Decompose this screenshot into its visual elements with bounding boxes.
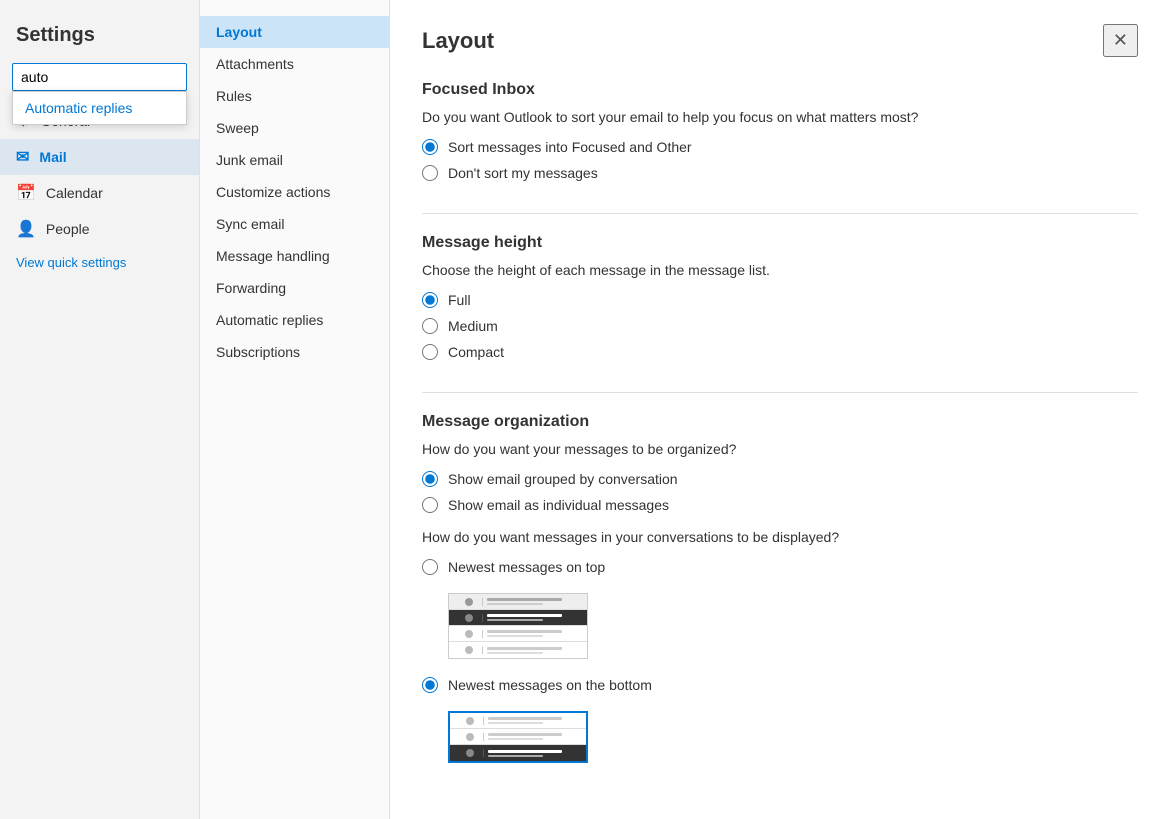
message-organization-options-2: Newest messages on top (422, 559, 1138, 763)
radio-compact-label: Compact (448, 344, 504, 360)
radio-full-label: Full (448, 292, 471, 308)
mid-nav-item-junk-email[interactable]: Junk email (200, 144, 389, 176)
radio-newest-bottom-input[interactable] (422, 677, 438, 693)
mid-nav-item-message-handling[interactable]: Message handling (200, 240, 389, 272)
divider-2 (422, 392, 1138, 393)
mid-nav-item-sync-email[interactable]: Sync email (200, 208, 389, 240)
radio-medium[interactable]: Medium (422, 318, 1138, 334)
focused-inbox-title: Focused Inbox (422, 81, 1138, 99)
sidebar-item-calendar[interactable]: 📅 Calendar (0, 175, 199, 211)
search-container: Automatic replies (12, 63, 187, 91)
radio-grouped-label: Show email grouped by conversation (448, 471, 678, 487)
sidebar-item-mail-label: Mail (39, 149, 66, 165)
radio-individual-label: Show email as individual messages (448, 497, 669, 513)
mid-nav: Layout Attachments Rules Sweep Junk emai… (200, 0, 390, 819)
radio-newest-top-input[interactable] (422, 559, 438, 575)
close-button[interactable]: ✕ (1103, 24, 1138, 57)
mail-icon: ✉ (16, 147, 29, 167)
radio-dont-sort-input[interactable] (422, 165, 438, 181)
view-quick-settings-link[interactable]: View quick settings (0, 247, 199, 278)
divider-1 (422, 213, 1138, 214)
diagram-newest-top (448, 593, 588, 659)
focused-inbox-section: Focused Inbox Do you want Outlook to sor… (422, 81, 1138, 181)
autocomplete-item-automatic-replies[interactable]: Automatic replies (13, 92, 186, 124)
message-height-desc: Choose the height of each message in the… (422, 262, 1138, 278)
radio-sort-focused-input[interactable] (422, 139, 438, 155)
sidebar-item-people-label: People (46, 221, 90, 237)
mid-nav-item-forwarding[interactable]: Forwarding (200, 272, 389, 304)
sidebar-item-people[interactable]: 👤 People (0, 211, 199, 247)
sidebar-item-calendar-label: Calendar (46, 185, 103, 201)
radio-medium-input[interactable] (422, 318, 438, 334)
message-organization-desc-1: How do you want your messages to be orga… (422, 441, 1138, 457)
radio-compact[interactable]: Compact (422, 344, 1138, 360)
mid-nav-item-attachments[interactable]: Attachments (200, 48, 389, 80)
radio-grouped-input[interactable] (422, 471, 438, 487)
message-height-options: Full Medium Compact (422, 292, 1138, 360)
radio-compact-input[interactable] (422, 344, 438, 360)
message-height-section: Message height Choose the height of each… (422, 234, 1138, 360)
radio-sort-focused-label: Sort messages into Focused and Other (448, 139, 692, 155)
page-title: Layout (422, 28, 494, 54)
mid-nav-item-layout[interactable]: Layout (200, 16, 389, 48)
calendar-icon: 📅 (16, 183, 36, 203)
radio-dont-sort[interactable]: Don't sort my messages (422, 165, 1138, 181)
sidebar: Settings Automatic replies ⚙ General ✉ M… (0, 0, 200, 819)
radio-full[interactable]: Full (422, 292, 1138, 308)
autocomplete-dropdown: Automatic replies (12, 91, 187, 125)
message-organization-desc-2: How do you want messages in your convers… (422, 529, 1138, 545)
mid-nav-item-rules[interactable]: Rules (200, 80, 389, 112)
mid-nav-item-sweep[interactable]: Sweep (200, 112, 389, 144)
radio-individual-input[interactable] (422, 497, 438, 513)
mid-nav-item-customize-actions[interactable]: Customize actions (200, 176, 389, 208)
main-content: Layout ✕ Focused Inbox Do you want Outlo… (390, 0, 1170, 819)
radio-newest-bottom-label: Newest messages on the bottom (448, 677, 652, 693)
mid-nav-item-automatic-replies[interactable]: Automatic replies (200, 304, 389, 336)
message-organization-section: Message organization How do you want you… (422, 413, 1138, 763)
main-header: Layout ✕ (422, 24, 1138, 57)
message-height-title: Message height (422, 234, 1138, 252)
message-organization-options-1: Show email grouped by conversation Show … (422, 471, 1138, 513)
radio-newest-top-label: Newest messages on top (448, 559, 605, 575)
radio-dont-sort-label: Don't sort my messages (448, 165, 598, 181)
message-organization-title: Message organization (422, 413, 1138, 431)
radio-medium-label: Medium (448, 318, 498, 334)
radio-full-input[interactable] (422, 292, 438, 308)
radio-individual[interactable]: Show email as individual messages (422, 497, 1138, 513)
radio-sort-focused[interactable]: Sort messages into Focused and Other (422, 139, 1138, 155)
radio-newest-bottom[interactable]: Newest messages on the bottom (422, 677, 1138, 693)
sidebar-item-mail[interactable]: ✉ Mail (0, 139, 199, 175)
diagram-newest-bottom (448, 711, 588, 763)
focused-inbox-desc: Do you want Outlook to sort your email t… (422, 109, 1138, 125)
mid-nav-item-subscriptions[interactable]: Subscriptions (200, 336, 389, 368)
search-input[interactable] (12, 63, 187, 91)
focused-inbox-options: Sort messages into Focused and Other Don… (422, 139, 1138, 181)
radio-grouped[interactable]: Show email grouped by conversation (422, 471, 1138, 487)
radio-newest-top[interactable]: Newest messages on top (422, 559, 1138, 575)
people-icon: 👤 (16, 219, 36, 239)
settings-title: Settings (0, 16, 199, 63)
